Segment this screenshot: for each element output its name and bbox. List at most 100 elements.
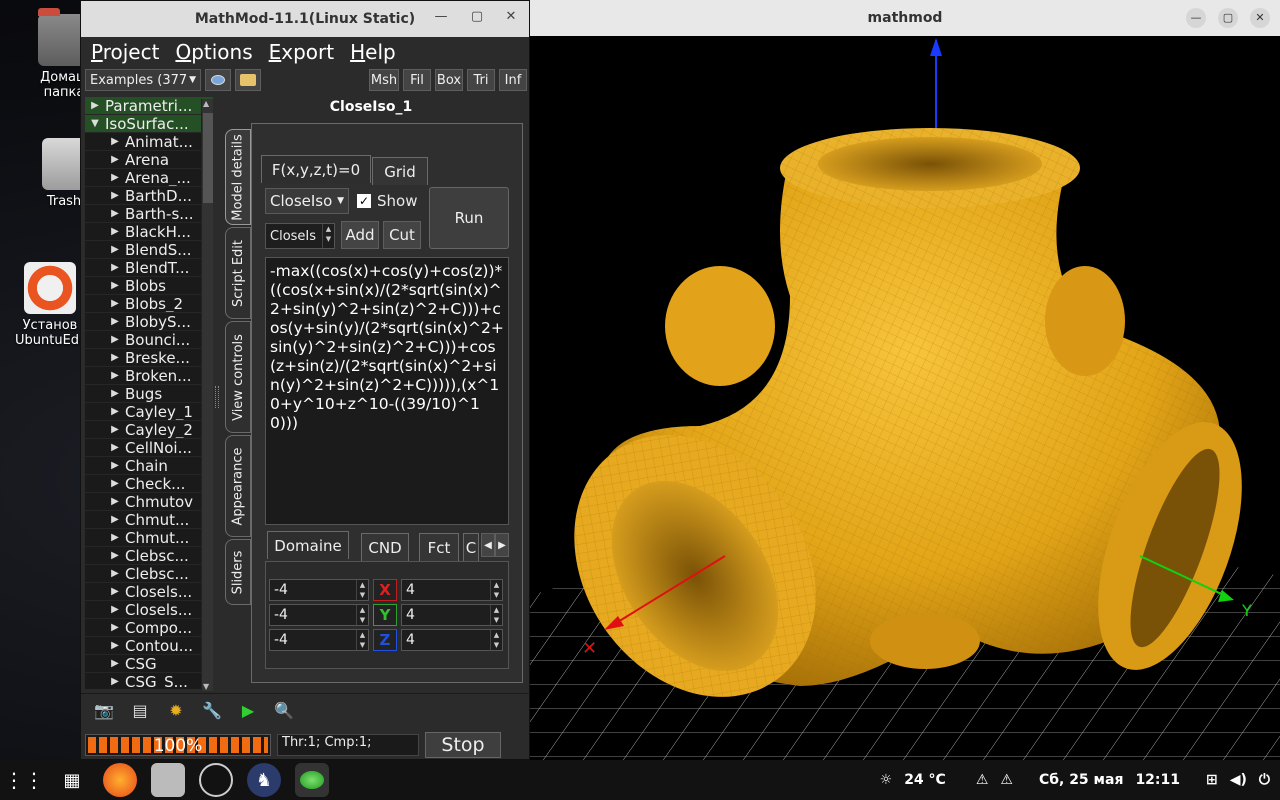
open-file-button[interactable] xyxy=(235,69,261,91)
tree-item[interactable]: ▶ BlobyS... xyxy=(85,313,213,331)
component-name-spinbox[interactable]: CloseIs ▲ ▼ xyxy=(265,223,335,249)
tree-item[interactable]: ▶ Chmutov xyxy=(85,493,213,511)
minimize-icon[interactable]: — xyxy=(1186,8,1206,28)
collapsed-arrow-icon[interactable]: ▶ xyxy=(105,514,125,525)
chat-icon[interactable] xyxy=(199,763,233,797)
tab-sliders[interactable]: Sliders xyxy=(225,539,251,605)
collapsed-arrow-icon[interactable]: ▶ xyxy=(105,298,125,309)
tree-item[interactable]: ▶ Parametri... xyxy=(85,97,213,115)
x-max-input[interactable]: 4 ▲ ▼ xyxy=(401,579,503,601)
tree-item[interactable]: ▶ Blobs_2 xyxy=(85,295,213,313)
tree-item[interactable]: ▶ Breske... xyxy=(85,349,213,367)
collapsed-arrow-icon[interactable]: ▶ xyxy=(105,352,125,363)
warning-icon-2[interactable]: ⚠ xyxy=(1000,772,1013,788)
maximize-icon[interactable]: ▢ xyxy=(467,9,487,24)
spin-arrows-icon[interactable]: ▲ ▼ xyxy=(356,580,368,600)
tab-grid[interactable]: Grid xyxy=(372,157,428,185)
tree-item[interactable]: ▶ Chmut... xyxy=(85,511,213,529)
collapsed-arrow-icon[interactable]: ▶ xyxy=(105,190,125,201)
tree-item[interactable]: ▶ CellNoi... xyxy=(85,439,213,457)
app-grid-icon[interactable]: ⋮⋮ xyxy=(4,763,44,797)
tree-item[interactable]: ▶ Closels... xyxy=(85,583,213,601)
tree-item[interactable]: ▶ CSG_S... xyxy=(85,673,213,689)
mesh-button[interactable]: Msh xyxy=(369,69,399,91)
zoom-icon[interactable]: 🔍 xyxy=(273,700,295,722)
tab-model-details[interactable]: Model details xyxy=(225,129,251,225)
tree-item[interactable]: ▶ Broken... xyxy=(85,367,213,385)
collapsed-arrow-icon[interactable]: ▶ xyxy=(105,622,125,633)
x-min-input[interactable]: -4 ▲ ▼ xyxy=(269,579,369,601)
desktop-ubuntuedu-installer[interactable]: Установ UbuntuEdu xyxy=(10,262,90,348)
tree-item[interactable]: ▶ BlackH... xyxy=(85,223,213,241)
tab-c[interactable]: C xyxy=(463,533,479,561)
tree-item[interactable]: ▶ Blobs xyxy=(85,277,213,295)
collapsed-arrow-icon[interactable]: ▶ xyxy=(105,532,125,543)
spin-arrows-icon[interactable]: ▲ ▼ xyxy=(490,630,502,650)
layers-icon[interactable]: ▤ xyxy=(129,700,151,722)
collapsed-arrow-icon[interactable]: ▶ xyxy=(105,478,125,489)
tree-item[interactable]: ▶ Cayley_1 xyxy=(85,403,213,421)
workspace-icon[interactable]: ▦ xyxy=(55,763,89,797)
show-checkbox[interactable]: ✓ Show xyxy=(357,192,417,210)
z-min-input[interactable]: -4 ▲ ▼ xyxy=(269,629,369,651)
tree-item[interactable]: ▶ Cayley_2 xyxy=(85,421,213,439)
spin-arrows-icon[interactable]: ▲ ▼ xyxy=(490,605,502,625)
menu-project[interactable]: Project xyxy=(91,40,159,64)
tab-fct[interactable]: Fct xyxy=(419,533,459,561)
triangles-button[interactable]: Tri xyxy=(467,69,495,91)
spin-arrows-icon[interactable]: ▲ ▼ xyxy=(356,605,368,625)
scroll-up-icon[interactable]: ▲ xyxy=(203,99,209,108)
tab-scroll-right[interactable]: ▶ xyxy=(495,533,509,557)
menu-export[interactable]: Export xyxy=(269,40,334,64)
inkscape-icon[interactable]: ♞ xyxy=(247,763,281,797)
y-max-input[interactable]: 4 ▲ ▼ xyxy=(401,604,503,626)
tree-item[interactable]: ▶ Closels... xyxy=(85,601,213,619)
collapsed-arrow-icon[interactable]: ▶ xyxy=(105,280,125,291)
spin-arrows-icon[interactable]: ▲ ▼ xyxy=(356,630,368,650)
collapsed-arrow-icon[interactable]: ▶ xyxy=(105,370,125,381)
tree-item[interactable]: ▶ Arena_... xyxy=(85,169,213,187)
tree-item[interactable]: ▶ Clebsc... xyxy=(85,565,213,583)
tree-item[interactable]: ▶ Check... xyxy=(85,475,213,493)
collapsed-arrow-icon[interactable]: ▶ xyxy=(105,586,125,597)
y-min-input[interactable]: -4 ▲ ▼ xyxy=(269,604,369,626)
collapsed-arrow-icon[interactable]: ▶ xyxy=(105,244,125,255)
collapsed-arrow-icon[interactable]: ▶ xyxy=(105,658,125,669)
collapsed-arrow-icon[interactable]: ▶ xyxy=(105,442,125,453)
file-manager-icon[interactable] xyxy=(151,763,185,797)
tree-item[interactable]: ▶ CSG xyxy=(85,655,213,673)
menu-help[interactable]: Help xyxy=(350,40,396,64)
scroll-down-icon[interactable]: ▼ xyxy=(203,682,209,691)
time[interactable]: 12:11 xyxy=(1135,772,1180,788)
tree-item[interactable]: ▶ Compo... xyxy=(85,619,213,637)
tab-appearance[interactable]: Appearance xyxy=(225,435,251,537)
tree-item[interactable]: ▶ Clebsc... xyxy=(85,547,213,565)
stop-button[interactable]: Stop xyxy=(425,732,501,758)
run-button[interactable]: Run xyxy=(429,187,509,249)
tree-item[interactable]: ▶ Bounci... xyxy=(85,331,213,349)
scrollbar-thumb[interactable] xyxy=(203,113,213,203)
collapsed-arrow-icon[interactable]: ▶ xyxy=(105,424,125,435)
menu-options[interactable]: Options xyxy=(175,40,252,64)
collapsed-arrow-icon[interactable]: ▶ xyxy=(105,208,125,219)
tree-item[interactable]: ▶ Barth-s... xyxy=(85,205,213,223)
spin-arrows-icon[interactable]: ▲ ▼ xyxy=(490,580,502,600)
firefox-icon[interactable] xyxy=(103,763,137,797)
temperature[interactable]: 24 °C xyxy=(904,772,946,788)
tree-item[interactable]: ▶ Animat... xyxy=(85,133,213,151)
tree-scrollbar[interactable]: ▲ ▼ xyxy=(201,99,213,691)
camera-icon[interactable]: 📷 xyxy=(93,700,115,722)
volume-icon[interactable]: ◀) xyxy=(1230,772,1247,788)
tab-implicit-function[interactable]: F(x,y,z,t)=0 xyxy=(261,155,371,183)
collapsed-arrow-icon[interactable]: ▶ xyxy=(105,496,125,507)
formula-editor[interactable]: -max((cos(x)+cos(y)+cos(z))*((cos(x+sin(… xyxy=(265,257,509,525)
warning-icon[interactable]: ⚠ xyxy=(976,772,989,788)
tree-item[interactable]: ▶ Contou... xyxy=(85,637,213,655)
tree-item[interactable]: ▼ IsoSurfac... xyxy=(85,115,213,133)
collapsed-arrow-icon[interactable]: ▶ xyxy=(105,172,125,183)
collapsed-arrow-icon[interactable]: ▶ xyxy=(105,136,125,147)
collapsed-arrow-icon[interactable]: ▶ xyxy=(105,388,125,399)
info-button[interactable]: Inf xyxy=(499,69,527,91)
collapsed-arrow-icon[interactable]: ▶ xyxy=(105,550,125,561)
expanded-arrow-icon[interactable]: ▼ xyxy=(85,118,105,129)
